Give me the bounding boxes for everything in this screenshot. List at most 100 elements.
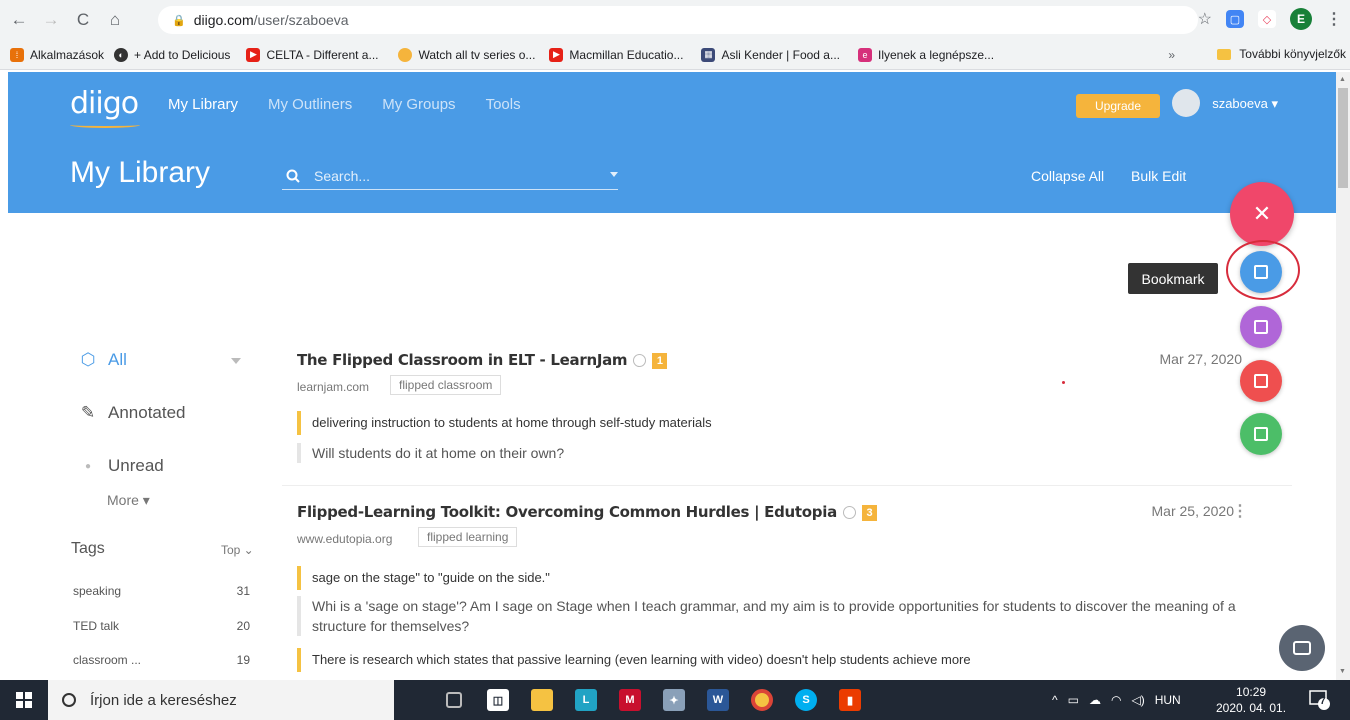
annotation-dot — [1062, 381, 1065, 384]
menu-dots-icon[interactable]: ⋮ — [1326, 9, 1342, 29]
cloud-icon[interactable]: ☁ — [1089, 693, 1101, 707]
nav-my-library[interactable]: My Library — [168, 96, 238, 113]
nav-my-outliners[interactable]: My Outliners — [268, 96, 352, 113]
bookmark-title[interactable]: The Flipped Classroom in ELT - LearnJam 1 — [297, 351, 668, 369]
star-icon[interactable]: ☆ — [1198, 9, 1212, 29]
tags-sort-button[interactable]: Top ⌄ — [221, 543, 254, 557]
extension-icon-red[interactable]: ◇ — [1258, 10, 1276, 28]
chat-button[interactable] — [1279, 625, 1325, 671]
chrome-button[interactable] — [740, 680, 784, 720]
tags-heading: Tags — [71, 540, 105, 557]
mcafee-button[interactable]: M — [608, 680, 652, 720]
search-dropdown-icon[interactable] — [610, 172, 618, 177]
palette-icon: ✦ — [663, 689, 685, 711]
forward-icon[interactable]: → — [38, 7, 64, 33]
globe-icon — [633, 354, 647, 367]
sidebar: ⬡ All ✎ Annotated ● Unread More ▾ Tags Top … — [0, 213, 280, 680]
profile-avatar[interactable]: E — [1290, 8, 1312, 30]
bookmark-tag[interactable]: flipped classroom — [390, 375, 502, 395]
word-button[interactable]: W — [696, 680, 740, 720]
notification-count: 7 — [1320, 696, 1326, 707]
nav-tools[interactable]: Tools — [486, 96, 521, 113]
folder-icon — [1217, 48, 1232, 60]
paint-button[interactable]: ✦ — [652, 680, 696, 720]
add-pdf-button[interactable] — [1240, 360, 1282, 402]
store-icon: ◫ — [487, 689, 509, 711]
bookmark-celta[interactable]: ▶ CELTA - Different a... — [246, 47, 378, 62]
bookmark-domain[interactable]: learnjam.com — [297, 380, 369, 394]
extension-icon-blue[interactable]: ▢ — [1226, 10, 1244, 28]
pencil-icon: ✎ — [80, 403, 96, 422]
wifi-icon[interactable]: ◠ — [1111, 693, 1121, 707]
explorer-button[interactable] — [520, 680, 564, 720]
bulk-edit-button[interactable]: Bulk Edit — [1131, 168, 1186, 184]
app-l-button[interactable]: L — [564, 680, 608, 720]
store-button[interactable]: ◫ — [476, 680, 520, 720]
nav-my-groups[interactable]: My Groups — [382, 96, 455, 113]
bookmark-asli-kender[interactable]: ▦ Asli Kender | Food a... — [701, 47, 840, 62]
globe-icon — [842, 506, 856, 519]
page-scrollbar[interactable]: ▲ ▼ — [1336, 72, 1350, 680]
address-bar[interactable]: 🔒 diigo.com/user/szaboeva — [158, 6, 1198, 34]
bookmark-tv-series[interactable]: Watch all tv series o... — [398, 47, 535, 62]
item-menu-icon[interactable]: ⋮ — [1232, 501, 1248, 521]
search-input[interactable] — [314, 167, 594, 184]
battery-icon[interactable]: ▭ — [1068, 693, 1079, 707]
annotation-count-badge: 3 — [861, 504, 877, 521]
note-text: Will students do it at home on their own… — [297, 443, 1257, 463]
skype-button[interactable]: S — [784, 680, 828, 720]
add-note-button[interactable] — [1240, 413, 1282, 455]
filter-all[interactable]: ⬡ All — [78, 350, 127, 370]
back-icon[interactable]: ← — [6, 7, 32, 33]
bookmark-delicious[interactable]: ◐ + Add to Delicious — [114, 47, 230, 62]
user-menu[interactable]: szaboeva ▾ — [1212, 96, 1278, 112]
bookmark-macmillan[interactable]: ▶ Macmillan Educatio... — [549, 47, 683, 62]
task-view-button[interactable] — [432, 680, 476, 720]
pdf-icon — [1254, 374, 1268, 388]
filter-unread[interactable]: ● Unread — [78, 456, 164, 476]
image-icon — [1254, 320, 1268, 334]
cube-icon: ⬡ — [80, 350, 96, 369]
windows-icon — [16, 692, 32, 708]
more-filters-button[interactable]: More ▾ — [107, 492, 150, 509]
bookmark-tag[interactable]: flipped learning — [418, 527, 518, 547]
tag-item[interactable]: classroom ... 19 — [73, 653, 250, 667]
bookmarks-bar: ⁞ Alkalmazások ◐ + Add to Delicious ▶ CELTA… — [0, 40, 1350, 70]
bookmark-apps[interactable]: ⁞ Alkalmazások — [10, 47, 104, 62]
home-icon[interactable]: ⌂ — [102, 7, 128, 33]
bookmarks-overflow-icon[interactable]: » — [1168, 48, 1175, 62]
start-button[interactable] — [0, 680, 48, 720]
upgrade-button[interactable]: Upgrade — [1076, 94, 1160, 118]
scroll-thumb[interactable] — [1338, 88, 1348, 188]
notification-icon[interactable] — [1308, 688, 1330, 710]
clock[interactable]: 10:29 2020. 04. 01. — [1216, 684, 1286, 716]
close-fab-button[interactable]: ✕ — [1230, 182, 1294, 246]
url-path: /user/szaboeva — [253, 12, 349, 28]
volume-icon[interactable]: ◁) — [1131, 693, 1144, 707]
search-icon — [62, 693, 76, 707]
bookmark-domain[interactable]: www.edutopia.org — [297, 532, 392, 546]
url-domain: diigo.com — [193, 12, 254, 28]
annotation-count-badge: 1 — [652, 352, 668, 369]
bookmark-title[interactable]: Flipped-Learning Toolkit: Overcoming Com… — [297, 503, 877, 521]
office-button[interactable]: ▮ — [828, 680, 872, 720]
diigo-logo[interactable]: diigo — [70, 86, 139, 121]
user-avatar[interactable] — [1172, 89, 1200, 117]
tag-item[interactable]: speaking 31 — [73, 584, 250, 598]
other-bookmarks-folder[interactable]: További könyvjelzők — [1217, 47, 1346, 61]
lock-icon: 🔒 — [172, 14, 186, 27]
apps-grid-icon: ⁞ — [10, 47, 24, 62]
youtube-icon: ▶ — [246, 47, 261, 62]
bookmark-ilyenek[interactable]: e Ilyenek a legnépsze... — [857, 47, 994, 62]
tag-item[interactable]: TED talk 20 — [73, 619, 250, 633]
scroll-up-icon[interactable]: ▲ — [1339, 76, 1346, 83]
taskbar-search[interactable]: Írjon ide a kereséshez — [48, 680, 394, 720]
collapse-all-button[interactable]: Collapse All — [1031, 168, 1104, 184]
reload-icon[interactable]: C — [70, 7, 96, 33]
scroll-down-icon[interactable]: ▼ — [1339, 668, 1346, 675]
filter-annotated[interactable]: ✎ Annotated — [78, 403, 186, 423]
chevron-down-icon[interactable] — [231, 358, 241, 364]
language-indicator[interactable]: HUN — [1155, 693, 1181, 707]
chevron-up-icon[interactable]: ^ — [1052, 693, 1058, 707]
add-image-button[interactable] — [1240, 306, 1282, 348]
